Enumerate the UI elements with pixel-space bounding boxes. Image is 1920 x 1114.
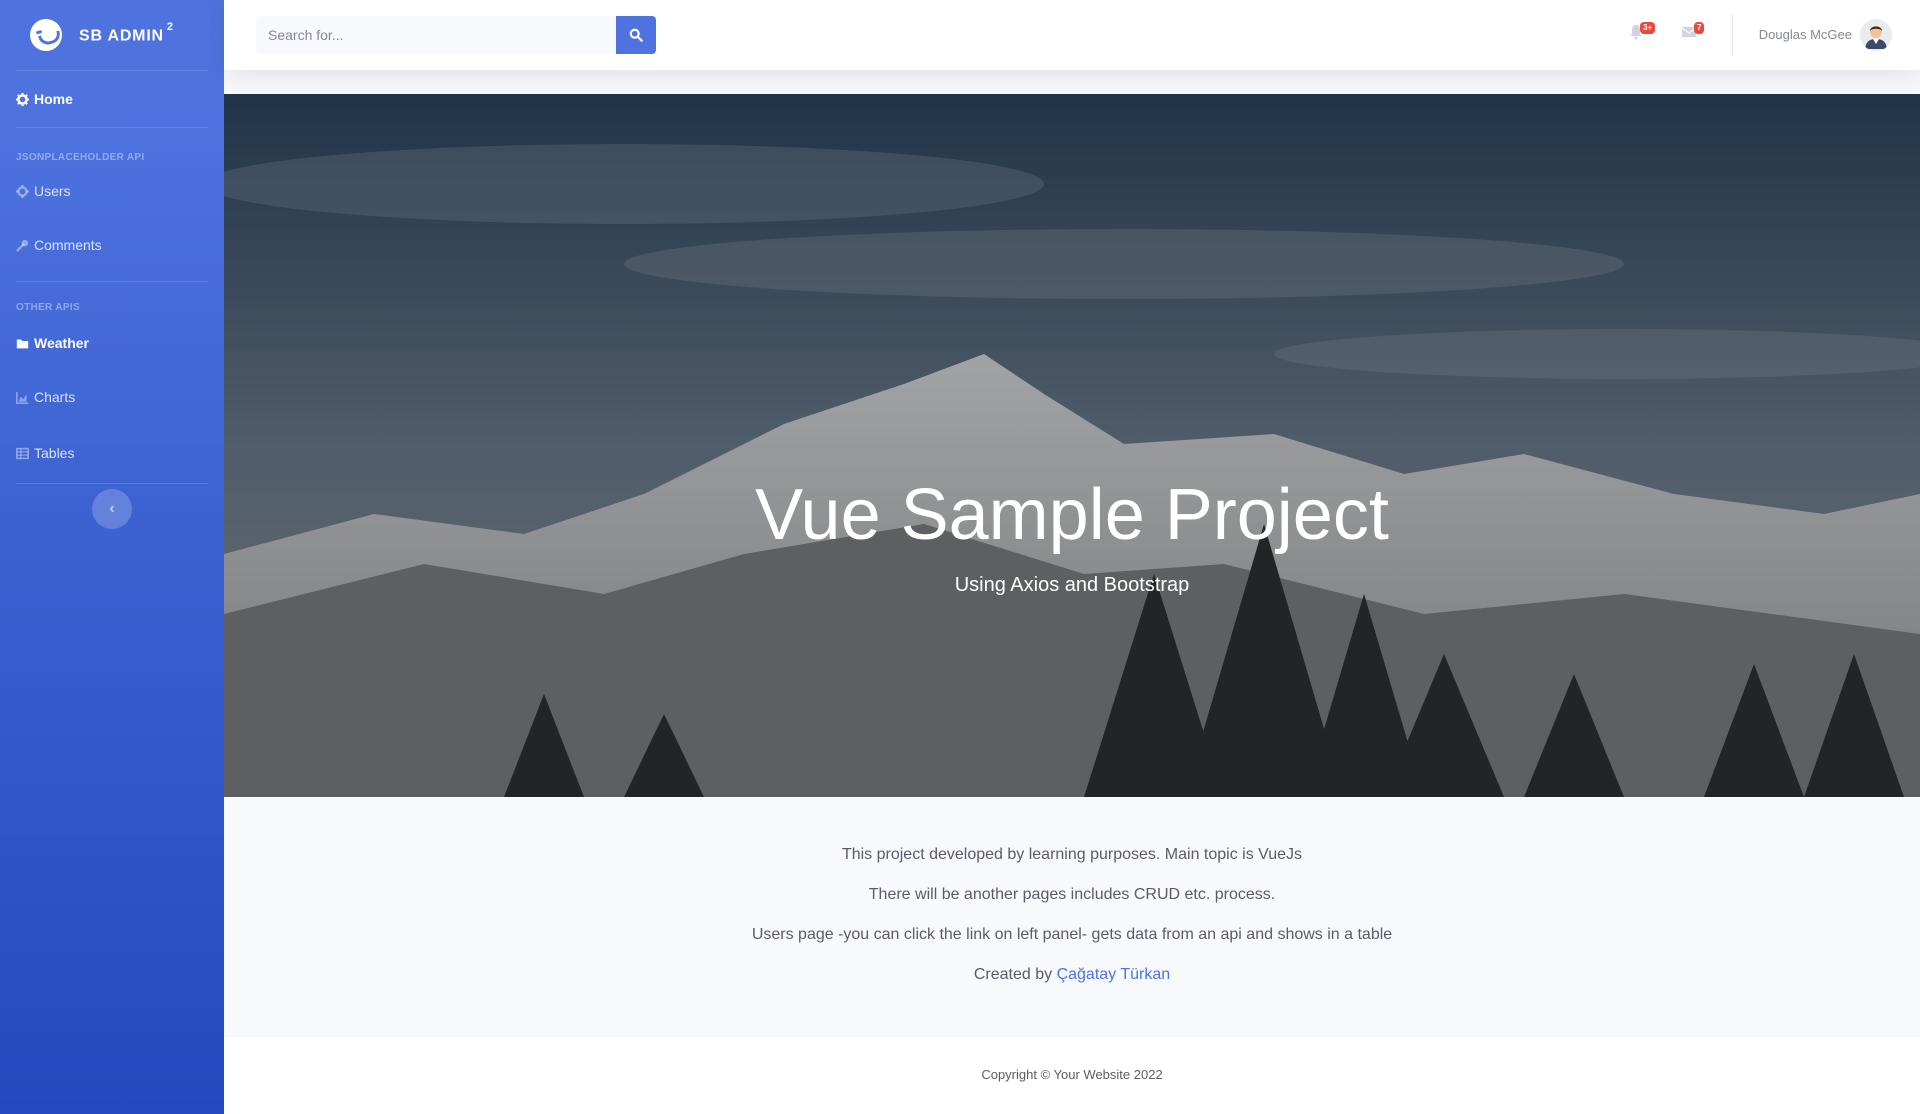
avatar[interactable] [1860,19,1892,51]
search-icon [629,28,643,42]
created-by-line: Created by Çağatay Türkan [224,963,1920,987]
sidebar-heading: JSONPLACEHOLDER API [16,152,145,163]
hero-title: Vue Sample Project [755,475,1389,555]
content-line: This project developed by learning purpo… [841,846,1303,863]
sidebar-item-tables[interactable]: Tables [0,425,224,481]
brand-text: SB Admin2 [79,20,174,45]
folder-icon [16,338,29,348]
sidebar-heading: OTHER APIS [16,302,80,313]
messages-dropdown[interactable]: 7 [1681,22,1705,44]
search-input[interactable] [256,16,616,54]
search-form [256,16,656,54]
hero-overlay [224,94,1920,797]
laugh-wink-icon [26,15,66,55]
chart-area-icon [16,391,29,404]
chevron-left-icon: ‹ [109,500,115,517]
sidebar-item-label: Home [34,91,73,107]
sidebar-divider [16,483,208,484]
topbar: 3+ 7 Douglas McGee [224,0,1920,70]
sidebar-item-label: Charts [34,389,76,405]
copyright-text: Copyright © Your Website 2022 [981,1067,1163,1082]
cog-icon [16,92,29,106]
created-by-label: Created by [973,966,1053,983]
sidebar: SB Admin2 Home JSONPLACEHOLDER API Users… [0,0,224,1114]
content-line: Users page -you can click the link on le… [751,926,1393,943]
sidebar-item-label: Comments [34,237,102,253]
alerts-badge: 3+ [1640,22,1656,34]
user-name[interactable]: Douglas McGee [1759,27,1852,42]
alerts-dropdown[interactable]: 3+ [1628,22,1656,44]
sidebar-item-home[interactable]: Home [0,71,224,127]
sidebar-toggle-button[interactable]: ‹ [92,489,132,529]
sidebar-brand[interactable]: SB Admin2 [0,0,224,70]
sidebar-item-label: Users [34,183,71,199]
user-avatar-icon [1860,19,1892,51]
sidebar-item-users[interactable]: Users [0,165,224,217]
hero-section: Vue Sample Project Using Axios and Boots… [224,94,1920,797]
messages-badge: 7 [1694,22,1705,34]
main-content: This project developed by learning purpo… [224,797,1920,1037]
content-line: There will be another pages includes CRU… [868,886,1276,903]
sidebar-item-label: Tables [34,445,75,461]
hero-subtitle: Using Axios and Bootstrap [954,574,1190,596]
cog-icon [16,184,29,198]
topbar-divider [1732,14,1733,56]
table-icon [16,447,29,459]
wrench-icon [16,239,29,252]
sidebar-item-weather[interactable]: Weather [0,317,224,369]
search-button[interactable] [616,16,656,54]
author-link[interactable]: Çağatay Türkan [1057,966,1171,983]
sidebar-item-comments[interactable]: Comments [0,217,224,273]
sidebar-item-label: Weather [34,335,89,351]
sidebar-item-charts[interactable]: Charts [0,369,224,425]
footer: Copyright © Your Website 2022 [224,1037,1920,1114]
